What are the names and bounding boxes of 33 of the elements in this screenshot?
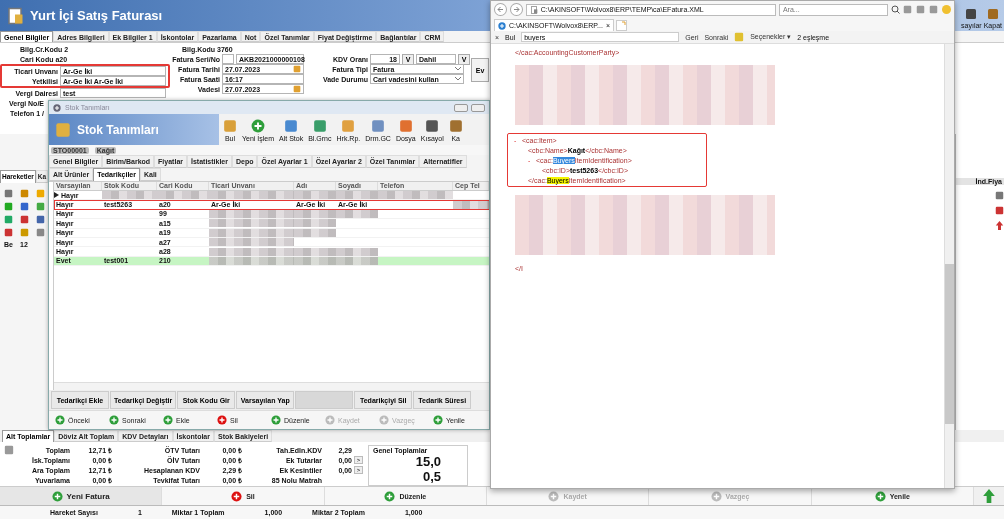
maximize-button[interactable] [471,103,485,112]
document-icon [6,6,24,25]
plus-icon [163,415,173,425]
toolbar-icon [425,119,440,133]
search-icon[interactable] [891,5,900,14]
input-field[interactable] [222,54,234,64]
toolbar-icon [448,119,463,133]
window-title: Stok Tanımları [77,122,159,137]
up-arrow-icon [981,489,996,503]
toolbar-icon [341,119,356,133]
back-button[interactable] [494,3,507,16]
window-title: Yurt İçi Satış Faturası [30,8,163,23]
plus-icon [51,490,63,502]
toolbar-icon [398,119,413,133]
pixelated-block [336,247,378,256]
smiley-icon[interactable] [942,5,951,14]
toolbar-icon [251,119,265,133]
action-button[interactable]: Yeni Fatura [0,487,163,505]
page-icon [529,5,538,14]
toolbar-icon [371,119,386,133]
new-tab-icon[interactable] [616,20,627,31]
pixelated-block [102,191,157,200]
pixelated-block [336,256,378,265]
minimize-button[interactable] [454,103,468,112]
toolbar-icon [223,119,237,133]
horizontal-scrollbar[interactable] [54,382,489,390]
forward-button[interactable] [509,3,523,16]
toolbar-icon [312,119,327,133]
vertical-scrollbar[interactable] [944,44,954,488]
pixelated-block [336,209,378,218]
toolbar-icon [284,119,299,133]
total-value: 0,5 [421,469,441,484]
total-value: 15,0 [415,454,441,469]
